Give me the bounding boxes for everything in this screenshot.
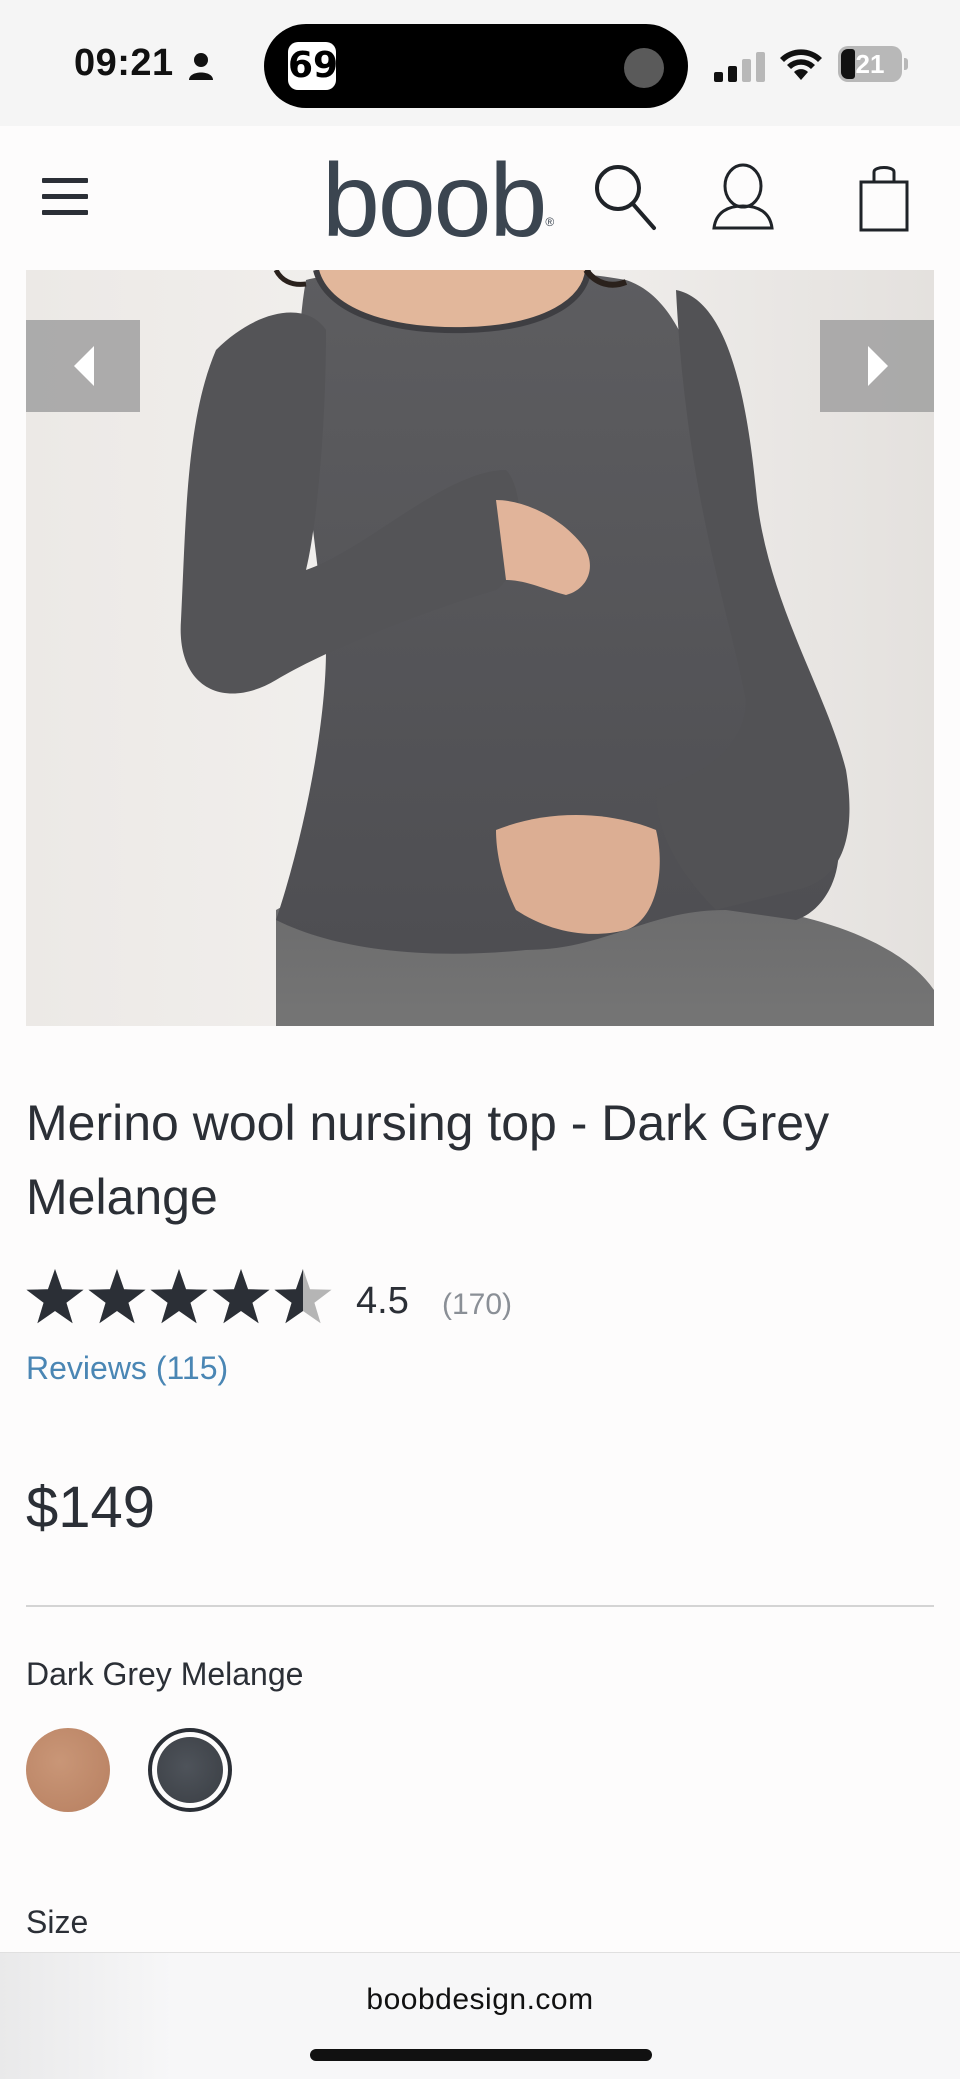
gallery-next-button[interactable] — [820, 320, 934, 412]
wifi-icon — [780, 49, 822, 80]
selected-color-label: Dark Grey Melange — [26, 1656, 304, 1692]
color-swatch-dark-grey-melange[interactable] — [148, 1728, 232, 1812]
site-header: boob® — [0, 126, 960, 270]
product-title: Merino wool nursing top - Dark Grey Mela… — [26, 1095, 830, 1225]
rating-value: 4.5 — [356, 1280, 409, 1322]
rating-count: (170) — [442, 1288, 513, 1321]
arrow-right-icon — [868, 346, 888, 386]
camera-icon — [624, 48, 664, 88]
star-rating — [26, 1269, 332, 1324]
product-photo — [26, 270, 934, 1026]
logo[interactable]: boob® — [322, 146, 554, 256]
shopping-bag-icon[interactable] — [858, 162, 910, 234]
cellular-signal-icon — [714, 52, 765, 82]
arrow-left-icon — [74, 346, 94, 386]
status-time: 09:21 — [74, 42, 174, 84]
dynamic-island: 69 — [264, 24, 688, 108]
star-4-fill — [212, 1269, 270, 1324]
url-text[interactable]: boobdesign.com — [0, 1983, 960, 2017]
rating-row[interactable]: 4.5 (170) — [26, 1268, 726, 1332]
color-swatch-nude[interactable] — [26, 1728, 110, 1812]
size-label: Size — [26, 1904, 89, 1940]
product-image-gallery[interactable] — [26, 270, 934, 1026]
star-2-fill — [88, 1269, 146, 1324]
home-indicator[interactable] — [310, 2049, 652, 2061]
battery-icon: 21 — [838, 46, 908, 82]
battery-level: 21 — [855, 49, 885, 79]
logo-text: boob — [322, 143, 547, 259]
divider — [26, 1605, 934, 1607]
person-icon — [189, 53, 213, 80]
product-price: $149 — [26, 1475, 156, 1540]
app-badge: 69 — [288, 42, 338, 90]
hamburger-menu-icon[interactable] — [42, 178, 88, 218]
reviews-link[interactable]: Reviews (115) — [26, 1350, 228, 1387]
account-icon[interactable] — [710, 162, 776, 232]
star-1-fill — [26, 1269, 84, 1324]
gallery-prev-button[interactable] — [26, 320, 140, 412]
search-icon[interactable] — [592, 162, 658, 232]
star-3-fill — [150, 1269, 208, 1324]
browser-address-bar[interactable]: boobdesign.com — [0, 1952, 960, 2079]
status-bar: 09:21 69 21 — [0, 0, 960, 126]
logo-registered-mark: ® — [545, 215, 555, 229]
